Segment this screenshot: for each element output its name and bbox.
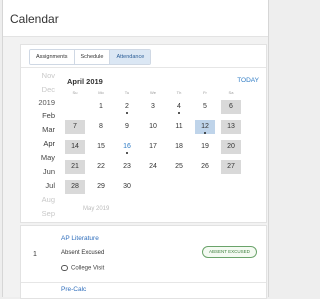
calendar-day[interactable]: 15: [91, 140, 111, 154]
month-item-nov[interactable]: Nov: [21, 71, 55, 80]
calendar-day[interactable]: 1: [91, 100, 111, 114]
calendar-day[interactable]: 4: [169, 100, 189, 114]
calendar-day[interactable]: 13: [221, 120, 241, 134]
next-month-label: May 2019: [83, 206, 110, 212]
course-link-next[interactable]: Pre-Calc: [61, 286, 86, 293]
attendance-status: Absent Excused: [61, 250, 105, 256]
event-dot-icon: [204, 132, 206, 134]
view-tabs: Assignments Schedule Attendance: [29, 49, 152, 65]
calendar-day[interactable]: 7: [65, 120, 85, 134]
calendar-day[interactable]: 8: [91, 120, 111, 134]
calendar-day[interactable]: 9: [117, 120, 137, 134]
calendar-day-selected[interactable]: 12: [195, 120, 215, 134]
app-frame: Calendar Assignments Schedule Attendance…: [2, 0, 269, 299]
weekday-label: Su: [72, 90, 78, 95]
weekday-label: Sa: [228, 90, 234, 95]
calendar-day[interactable]: 29: [91, 180, 111, 194]
calendar-day[interactable]: 26: [195, 160, 215, 174]
month-item-apr[interactable]: Apr: [21, 139, 55, 148]
month-item-mar[interactable]: Mar: [21, 125, 55, 134]
calendar-day[interactable]: 25: [169, 160, 189, 174]
calendar-day-label: 4: [177, 103, 181, 110]
calendar-day[interactable]: 11: [169, 120, 189, 134]
month-item-jul[interactable]: Jul: [21, 181, 55, 190]
calendar-day[interactable]: 24: [143, 160, 163, 174]
page-title: Calendar: [10, 12, 59, 26]
event-dot-icon: [178, 112, 180, 114]
month-item-feb[interactable]: Feb: [21, 111, 55, 120]
calendar-day[interactable]: 5: [195, 100, 215, 114]
event-index: 1: [33, 251, 37, 258]
calendar-day[interactable]: 18: [169, 140, 189, 154]
calendar-day[interactable]: 22: [91, 160, 111, 174]
weekday-label: We: [150, 90, 156, 95]
weekday-label: Tu: [124, 90, 130, 95]
event-dot-icon: [126, 112, 128, 114]
calendar-day[interactable]: 6: [221, 100, 241, 114]
weekday-label: Fr: [203, 90, 207, 95]
tabs-divider: [21, 67, 266, 68]
weekday-label: Mo: [98, 90, 104, 95]
month-calendar: April 2019 TODAY Su Mo Tu We Th Fr Sa 1 …: [61, 69, 261, 199]
event-note-text: College Visit: [71, 265, 105, 272]
calendar-day[interactable]: 14: [65, 140, 85, 154]
calendar-day-label: 12: [201, 123, 209, 130]
calendar-card: Assignments Schedule Attendance Nov Dec …: [20, 44, 267, 223]
calendar-day[interactable]: 23: [117, 160, 137, 174]
status-badge: ABSENT EXCUSED: [202, 246, 257, 258]
month-item-dec[interactable]: Dec: [21, 85, 55, 94]
page-header: Calendar: [3, 0, 268, 37]
calendar-day[interactable]: 17: [143, 140, 163, 154]
calendar-day[interactable]: 19: [195, 140, 215, 154]
calendar-day[interactable]: 20: [221, 140, 241, 154]
calendar-day[interactable]: 28: [65, 180, 85, 194]
event-note: College Visit: [61, 265, 104, 272]
comment-icon: [61, 265, 68, 271]
event-divider: [21, 282, 266, 283]
calendar-day[interactable]: 27: [221, 160, 241, 174]
weekday-label: Th: [176, 90, 182, 95]
today-button[interactable]: TODAY: [237, 77, 259, 84]
calendar-day[interactable]: 21: [65, 160, 85, 174]
calendar-day-label: 16: [123, 143, 131, 150]
year-label: 2019: [38, 98, 55, 107]
month-item-sep[interactable]: Sep: [21, 209, 55, 218]
calendar-day-label: 2: [125, 103, 129, 110]
calendar-day[interactable]: 10: [143, 120, 163, 134]
tab-assignments[interactable]: Assignments: [30, 50, 75, 64]
course-link[interactable]: AP Literature: [61, 235, 99, 242]
month-item-may[interactable]: May: [21, 153, 55, 162]
calendar-day[interactable]: 3: [143, 100, 163, 114]
month-item-jun[interactable]: Jun: [21, 167, 55, 176]
tab-attendance[interactable]: Attendance: [110, 50, 151, 64]
calendar-title: April 2019: [67, 77, 103, 86]
month-item-aug[interactable]: Aug: [21, 195, 55, 204]
calendar-day[interactable]: 2: [117, 100, 137, 114]
calendar-day[interactable]: 30: [117, 180, 137, 194]
calendar-day-today[interactable]: 16: [117, 140, 137, 154]
event-dot-icon: [126, 152, 128, 154]
tab-schedule[interactable]: Schedule: [74, 50, 111, 64]
attendance-event-card: 1 AP Literature Absent Excused ABSENT EX…: [20, 225, 267, 299]
